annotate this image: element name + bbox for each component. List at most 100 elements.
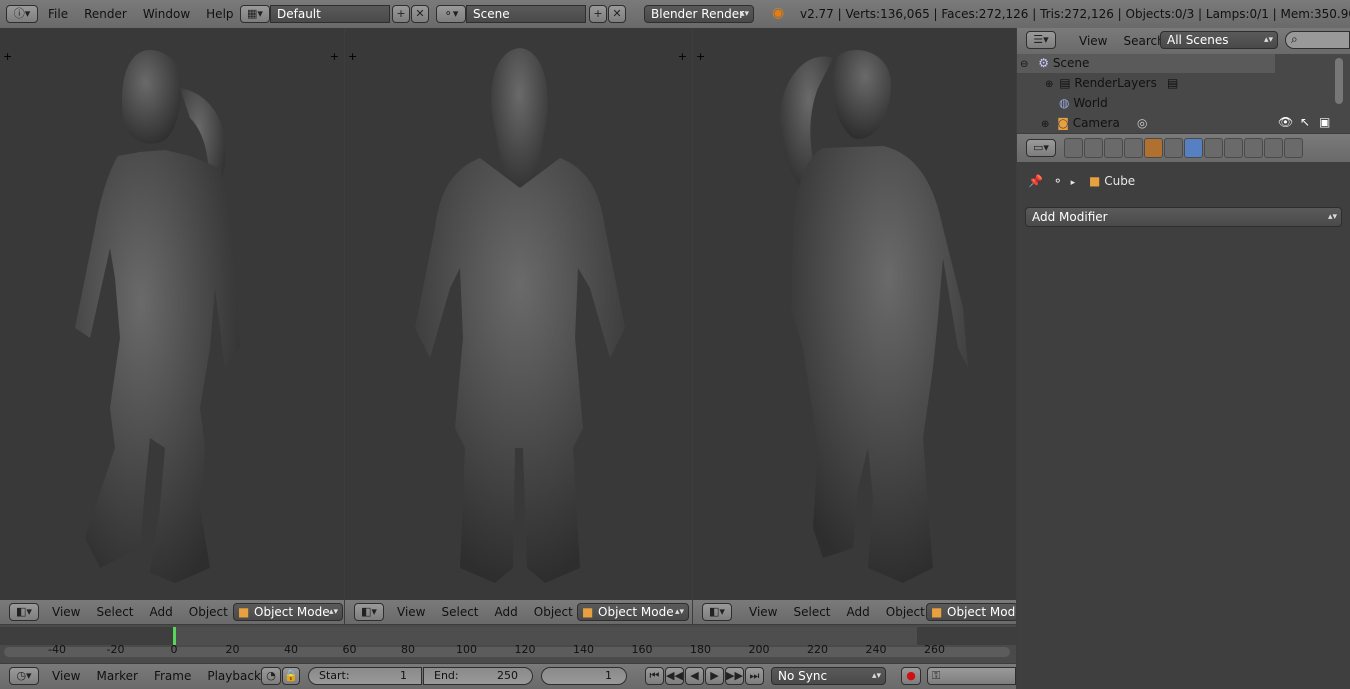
play-reverse-icon[interactable]: ◀ xyxy=(685,667,704,685)
timeline-scrollbar[interactable] xyxy=(4,647,1010,657)
scene-icon[interactable]: ⚬▾ xyxy=(436,5,466,23)
menu-object[interactable]: Object xyxy=(526,600,581,624)
eye-icon[interactable]: 👁 xyxy=(1278,115,1293,129)
layout-select[interactable]: Default xyxy=(270,5,390,23)
outliner-item-camera[interactable]: ⊕ ◙ Camera ◎ xyxy=(1041,113,1297,133)
add-scene-button[interactable]: + xyxy=(589,5,607,23)
menu-select[interactable]: Select xyxy=(88,600,141,624)
3d-viewport-back[interactable]: + + xyxy=(345,28,692,600)
editor-type-3d-icon[interactable]: ◧▾ xyxy=(9,603,39,621)
menu-object[interactable]: Object xyxy=(878,600,933,624)
record-icon[interactable]: ● xyxy=(901,667,921,685)
outliner-item-scene[interactable]: ⊖ ⚙ Scene xyxy=(1020,53,1276,73)
render-engine-name: Blender Render xyxy=(651,7,745,21)
menu-marker[interactable]: Marker xyxy=(88,664,145,688)
mode-select[interactable]: ■ Object Mode ▴▾ xyxy=(577,603,689,621)
world-tab-icon[interactable] xyxy=(1124,138,1143,158)
editor-type-3d-icon[interactable]: ◧▾ xyxy=(702,603,732,621)
editor-type-properties-icon[interactable]: ▭▾ xyxy=(1026,139,1056,157)
object-tab-icon[interactable] xyxy=(1144,138,1163,158)
menu-add[interactable]: Add xyxy=(487,600,526,624)
camera-data-icon[interactable]: ◎ xyxy=(1137,113,1147,133)
mode-label: Object Mode xyxy=(598,605,674,619)
remove-scene-button[interactable]: ✕ xyxy=(608,5,626,23)
jump-end-icon[interactable]: ⏭ xyxy=(745,667,764,685)
preview-range-clock-icon[interactable]: ◔ xyxy=(261,667,281,685)
sync-mode-select[interactable]: No Sync ▴▾ xyxy=(771,667,886,685)
menu-object[interactable]: Object xyxy=(181,600,236,624)
constraints-tab-icon[interactable] xyxy=(1164,138,1183,158)
menu-add[interactable]: Add xyxy=(142,600,181,624)
timeline-tick-label: 160 xyxy=(631,643,653,656)
keying-set-icon[interactable]: ⚿ xyxy=(927,667,1016,685)
cube-icon: ■ xyxy=(582,605,594,619)
3d-viewport-front[interactable]: + + xyxy=(0,28,344,600)
timeline-area[interactable]: -40 -20 0 20 40 60 80 100 120 140 160 180 200 220 240 2… xyxy=(0,625,1016,663)
texture-tab-icon[interactable] xyxy=(1244,138,1263,158)
menu-file[interactable]: File xyxy=(40,2,76,26)
collapse-icon[interactable]: ⊖ xyxy=(1020,59,1028,70)
material-tab-icon[interactable] xyxy=(1224,138,1243,158)
outliner-search-input[interactable]: ⌕ xyxy=(1285,31,1350,49)
particles-tab-icon[interactable] xyxy=(1264,138,1283,158)
jump-keyframe-forward-icon[interactable]: ▶▶ xyxy=(725,667,744,685)
play-icon[interactable]: ▶ xyxy=(705,667,724,685)
start-frame-field[interactable]: Start: 1 xyxy=(308,667,422,685)
add-modifier-button[interactable]: Add Modifier ▴▾ xyxy=(1025,207,1342,227)
expand-icon[interactable]: ⊕ xyxy=(1041,119,1049,130)
menu-view[interactable]: View xyxy=(44,664,88,688)
remove-layout-button[interactable]: ✕ xyxy=(411,5,429,23)
mode-select[interactable]: ■ Object Mode xyxy=(926,603,1016,621)
cursor-icon[interactable]: ↖ xyxy=(1300,115,1310,129)
menu-playback[interactable]: Playback xyxy=(199,664,269,688)
physics-tab-icon[interactable] xyxy=(1284,138,1303,158)
outliner-area[interactable]: ☰▾ View Search All Scenes ▴▾ ⌕ ⊖ ⚙ Scene ⊕… xyxy=(1017,28,1350,133)
menu-select[interactable]: Select xyxy=(433,600,486,624)
menu-add[interactable]: Add xyxy=(839,600,878,624)
menu-view[interactable]: View xyxy=(741,600,785,624)
screen-layout-icon[interactable]: ▦▾ xyxy=(240,5,270,23)
mode-select[interactable]: ■ Object Mode ▴▾ xyxy=(233,603,343,621)
menu-view[interactable]: View xyxy=(389,600,433,624)
render-layer-icon[interactable]: ▤ xyxy=(1167,73,1178,93)
end-frame-field[interactable]: End: 250 xyxy=(423,667,533,685)
scene-tab-icon[interactable] xyxy=(1104,138,1123,158)
menu-render[interactable]: Render xyxy=(76,2,135,26)
render-icon[interactable]: ▣ xyxy=(1319,115,1330,129)
menu-frame[interactable]: Frame xyxy=(146,664,199,688)
modifier-wrench-tab-icon[interactable] xyxy=(1184,138,1203,158)
menu-view[interactable]: View xyxy=(44,600,88,624)
add-layout-button[interactable]: + xyxy=(392,5,410,23)
editor-type-timeline-icon[interactable]: ◷▾ xyxy=(9,667,39,685)
scene-name: Scene xyxy=(473,7,510,21)
info-editor-type-button[interactable]: ⓘ▾ xyxy=(6,5,38,23)
outliner-filter-select[interactable]: All Scenes ▴▾ xyxy=(1160,31,1278,49)
menu-window[interactable]: Window xyxy=(135,2,198,26)
jump-keyframe-back-icon[interactable]: ◀◀ xyxy=(665,667,684,685)
character-model-side xyxy=(779,49,968,583)
editor-type-outliner-icon[interactable]: ☰▾ xyxy=(1026,31,1056,49)
start-label: Start: xyxy=(319,669,350,682)
scene-select[interactable]: Scene xyxy=(466,5,586,23)
jump-start-icon[interactable]: ⏮ xyxy=(645,667,664,685)
lock-icon[interactable]: 🔒 xyxy=(282,667,300,685)
editor-type-3d-icon[interactable]: ◧▾ xyxy=(354,603,384,621)
render-layers-tab-icon[interactable] xyxy=(1084,138,1103,158)
outliner-item-renderlayers[interactable]: ⊕ ▤ RenderLayers ▤ xyxy=(1045,73,1301,93)
main-menu: File Render Window Help xyxy=(40,2,242,26)
cube-icon: ■ xyxy=(238,605,250,619)
expand-icon[interactable]: ⊕ xyxy=(1045,79,1053,90)
outliner-scrollbar[interactable] xyxy=(1335,58,1343,104)
current-frame-field[interactable]: 1 xyxy=(541,667,627,685)
pin-icon[interactable]: 📌 xyxy=(1028,174,1043,188)
render-engine-select[interactable]: Blender Render ▴▾ xyxy=(644,5,754,23)
outliner-item-world[interactable]: ◍ World xyxy=(1059,93,1315,113)
menu-select[interactable]: Select xyxy=(785,600,838,624)
3d-viewport-side[interactable]: + xyxy=(693,28,1016,600)
start-value: 1 xyxy=(400,669,407,682)
outliner-label: Scene xyxy=(1052,56,1090,70)
data-tab-icon[interactable] xyxy=(1204,138,1223,158)
render-tab-icon[interactable] xyxy=(1064,138,1083,158)
menu-help[interactable]: Help xyxy=(198,2,241,26)
menu-view[interactable]: View xyxy=(1071,29,1115,53)
